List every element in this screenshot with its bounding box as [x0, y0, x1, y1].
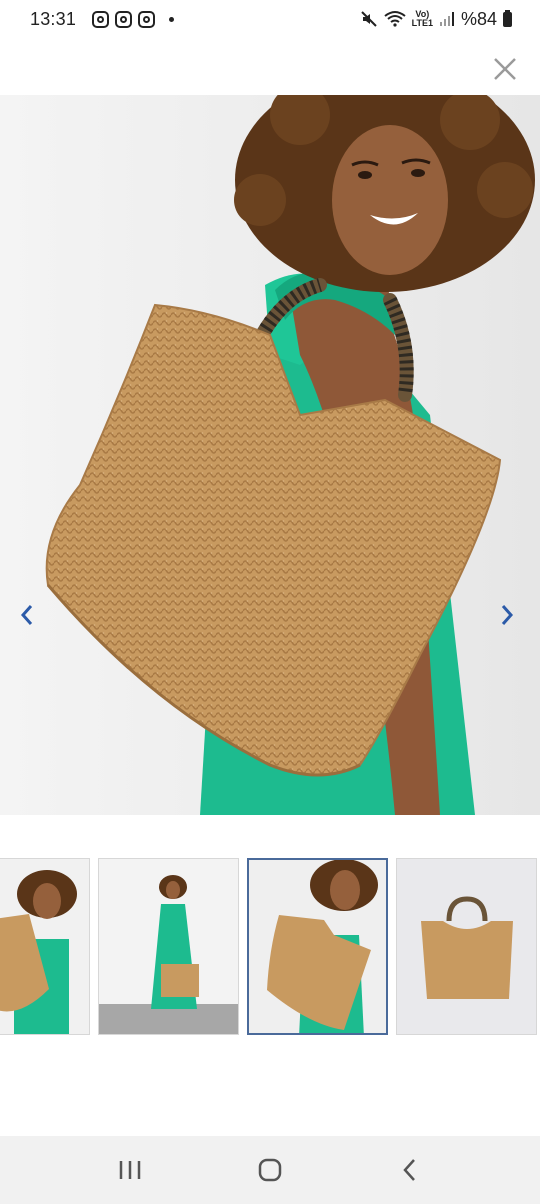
product-photo [0, 95, 540, 815]
thumbnail-image [397, 859, 536, 1034]
home-icon [258, 1158, 282, 1182]
thumbnail-image [249, 860, 386, 1033]
status-time: 13:31 [30, 8, 77, 29]
recents-button[interactable] [100, 1150, 160, 1190]
instagram-notification-icon [138, 10, 156, 28]
back-button[interactable] [380, 1150, 440, 1190]
thumbnail-strip [0, 858, 540, 1036]
lte-label: LTE1 [411, 18, 433, 28]
system-navigation-bar [0, 1136, 540, 1204]
volte-indicator: Vo) LTE1 [412, 10, 433, 28]
wifi-icon [384, 11, 406, 27]
battery-percent: %84 [460, 8, 497, 29]
mute-icon [360, 11, 377, 27]
previous-image-button[interactable] [12, 595, 42, 635]
thumbnail-2[interactable] [98, 858, 239, 1035]
status-left: 13:31 [30, 8, 175, 30]
chevron-right-icon [501, 605, 514, 625]
battery-icon [503, 9, 512, 27]
home-button[interactable] [240, 1150, 300, 1190]
close-icon [494, 58, 516, 80]
thumbnail-image [0, 859, 89, 1034]
close-button[interactable] [488, 52, 522, 86]
recents-icon [119, 1161, 141, 1179]
more-notifications-dot-icon [169, 16, 175, 22]
instagram-notification-icon [92, 10, 110, 28]
product-main-image[interactable] [0, 95, 540, 815]
back-icon [403, 1159, 415, 1181]
instagram-notification-icon [115, 10, 133, 28]
thumbnail-3[interactable] [247, 858, 388, 1035]
thumbnail-1[interactable] [0, 858, 90, 1035]
thumbnail-image [99, 859, 238, 1034]
thumbnail-4[interactable] [396, 858, 537, 1035]
status-bar: 13:31 Vo) LTE1 %84 [0, 0, 540, 38]
chevron-left-icon [20, 605, 33, 625]
next-image-button[interactable] [492, 595, 522, 635]
status-right: Vo) LTE1 %84 [360, 9, 512, 30]
signal-icon [439, 12, 454, 26]
